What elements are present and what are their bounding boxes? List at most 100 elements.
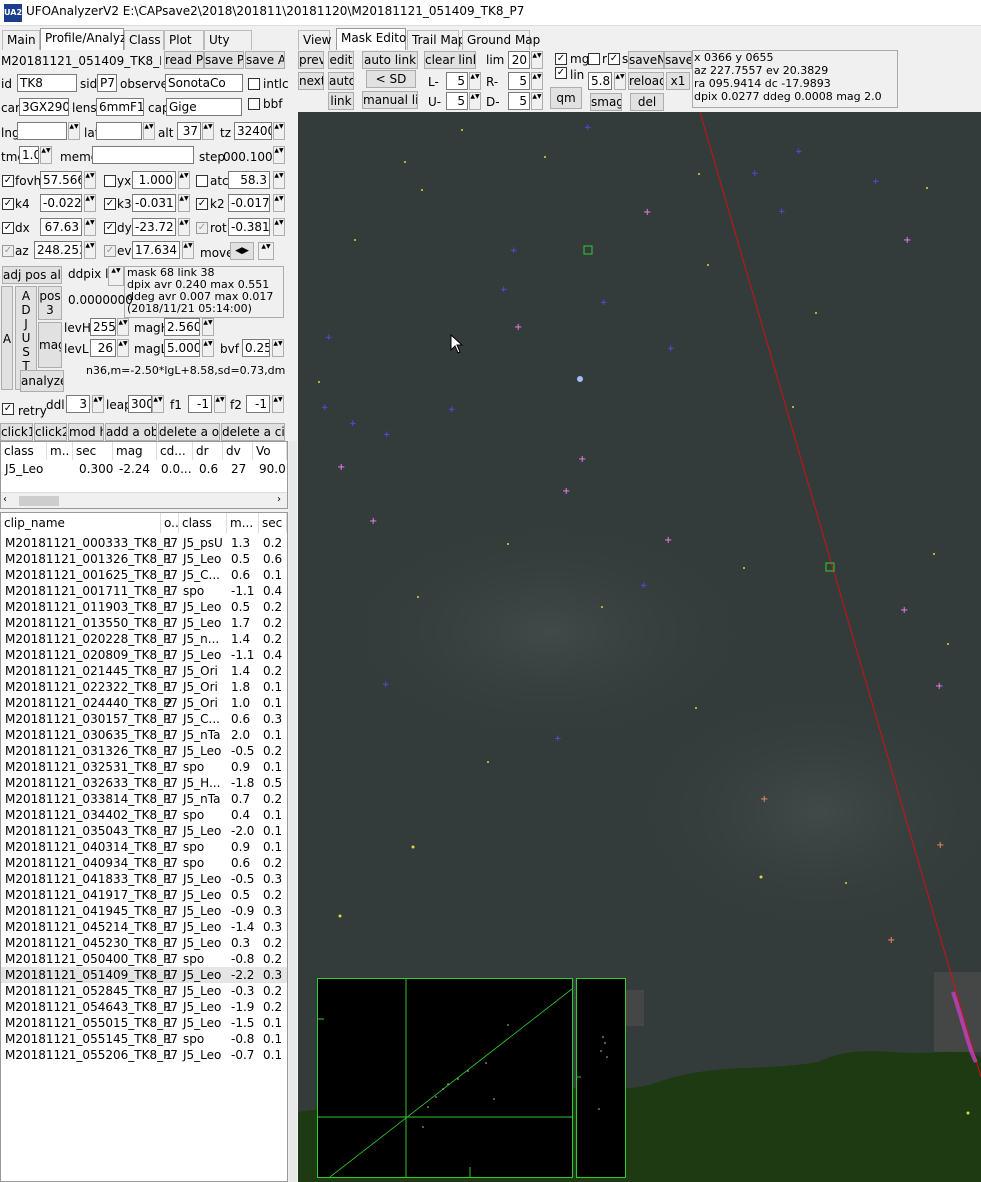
clip-table-row[interactable]: M20181121_011903_TK8_P7 1 J5_Leo 0.5 0.2 [1,599,287,615]
save-p-button[interactable]: save P [204,51,244,69]
obj-col-dr[interactable]: dr [193,442,223,460]
f2-field[interactable]: -1 [246,395,270,413]
clip-table-row[interactable]: M20181121_032531_TK8_P7 1 spo 0.9 0.1 [1,759,287,775]
u-field[interactable]: 5 [446,92,468,110]
auto-button[interactable]: auto [328,72,354,90]
auto-link-button[interactable]: auto link [362,51,418,69]
qm-button[interactable]: qm [550,87,582,109]
ddpix-spinner[interactable]: ▲▼ [108,266,124,286]
az-spinner[interactable]: ▲▼ [84,241,96,259]
move-left-right-arrows[interactable]: ◀▶ [230,242,254,260]
lng-spinner[interactable]: ▲▼ [68,122,80,140]
a-button[interactable]: A [1,286,13,390]
clip-table-row[interactable]: M20181121_020228_TK8_P7 1 J5_n... 1.4 0.2 [1,631,287,647]
k2-checkbox[interactable]: ✓ [196,198,208,210]
click1-button[interactable]: click1 [0,423,33,441]
clip-table-row[interactable]: M20181121_031326_TK8_P7 1 J5_Leo -0.5 0.2 [1,743,287,759]
clip-table-row[interactable]: M20181121_045214_TK8_P7 1 J5_Leo -1.4 0.3 [1,919,287,935]
ddl-field[interactable]: 3 [66,395,90,413]
lens-field[interactable]: 6mmF1.4 [96,98,144,116]
d-spinner[interactable]: ▲▼ [531,92,543,110]
levh-spinner[interactable]: ▲▼ [117,318,129,336]
clip-table-row[interactable]: M20181121_052845_TK8_P7 1 J5_Leo -0.3 0.2 [1,983,287,999]
magl-field[interactable]: 5.000 [164,339,200,357]
k4-field[interactable]: -0.022 [40,194,82,212]
clip-table-row[interactable]: M20181121_032633_TK8_P7 1 J5_H... -1.8 0.5 [1,775,287,791]
magh-field[interactable]: 2.560 [164,318,200,336]
clear-link-button[interactable]: clear link [424,51,476,69]
fovh-checkbox[interactable]: ✓ [2,175,14,187]
atc-field[interactable]: 58.3 [228,171,270,189]
yx-checkbox[interactable] [104,175,116,187]
rot-spinner[interactable]: ▲▼ [273,218,285,236]
tab-uty[interactable]: Uty [204,30,252,50]
atc-spinner[interactable]: ▲▼ [273,171,285,189]
tme-field[interactable]: 1.0 [19,146,39,164]
leap-field[interactable]: 300 [128,395,152,413]
k4-checkbox[interactable]: ✓ [2,198,14,210]
alt-field[interactable]: 37 [177,122,201,140]
f1-field[interactable]: -1 [188,395,212,413]
cap-field[interactable]: Gige [166,98,242,116]
add-obj-button[interactable]: add a obj [105,423,157,441]
object-table-row[interactable]: J5_Leo 0.300 -2.24 0.0... 0.6 27 90.0 [1,462,287,480]
clip-col-class[interactable]: class [179,513,227,533]
tab-ground-map[interactable]: Ground Map [462,30,540,50]
clip-table-row[interactable]: M20181121_001711_TK8_P7 1 spo -1.1 0.4 [1,583,287,599]
tz-spinner[interactable]: ▲▼ [273,122,285,140]
clip-col-name[interactable]: clip_name [1,513,161,533]
clip-table-row[interactable]: M20181121_001625_TK8_P7 1 J5_C... 0.6 0.1 [1,567,287,583]
obj-col-mag[interactable]: mag [113,442,157,460]
tab-profile-analyze[interactable]: Profile/Analyze [40,28,134,50]
clip-table-row[interactable]: M20181121_013550_TK8_P7 1 J5_Leo 1.7 0.2 [1,615,287,631]
analyze-button[interactable]: analyze [20,370,64,392]
mag-button[interactable]: mag [38,322,62,368]
levl-spinner[interactable]: ▲▼ [117,339,129,357]
atc-checkbox[interactable] [196,175,208,187]
clip-col-o[interactable]: o.. [161,513,179,533]
edit-button[interactable]: edit [328,51,354,69]
del-button[interactable]: del [630,93,664,111]
save-n-button[interactable]: saveN [628,51,664,69]
clip-table-row[interactable]: M20181121_033814_TK8_P7 1 J5_nTa 0.7 0.2 [1,791,287,807]
clip-table-row[interactable]: M20181121_001326_TK8_P7 1 J5_Leo 0.5 0.6 [1,551,287,567]
f2-spinner[interactable]: ▲▼ [272,395,284,413]
prev-button[interactable]: prev [298,51,324,69]
tab-main[interactable]: Main [2,30,40,50]
tab-class[interactable]: Class [124,30,164,50]
cam-field[interactable]: 3GX290e [19,98,69,116]
ev-spinner[interactable]: ▲▼ [182,241,194,259]
clip-table-row[interactable]: M20181121_022322_TK8_P7 1 J5_Ori 1.8 0.1 [1,679,287,695]
rot-field[interactable]: -0.381 [228,218,270,236]
sid-field[interactable]: P7 [97,74,117,92]
sky-image-view[interactable]: + + + + + + + + + + + + + + + + + + + + + + + + + + + + + + [298,112,981,1182]
clip-col-mag[interactable]: m... [227,513,259,533]
r-spinner[interactable]: ▲▼ [531,72,543,90]
lat-field[interactable] [96,122,142,140]
save-a-button[interactable]: save A [245,51,285,69]
intlc-checkbox[interactable] [248,78,260,90]
dx-spinner[interactable]: ▲▼ [84,218,96,236]
tme-spinner[interactable]: ▲▼ [40,146,52,164]
clip-table-row[interactable]: M20181121_045230_TK8_P7 1 J5_Leo 0.3 0.2 [1,935,287,951]
clip-table-row[interactable]: M20181121_050400_TK8_P7 1 spo -0.8 0.2 [1,951,287,967]
u-spinner[interactable]: ▲▼ [469,92,481,110]
splitter[interactable] [289,441,297,1182]
link-button[interactable]: link [328,92,354,110]
k4-spinner[interactable]: ▲▼ [84,194,96,212]
clip-table-row[interactable]: M20181121_054643_TK8_P7 1 J5_Leo -1.9 0.2 [1,999,287,1015]
obj-col-class[interactable]: class [1,442,47,460]
bvf-field[interactable]: 0.25 [242,339,270,357]
k3-checkbox[interactable]: ✓ [104,198,116,210]
retry-checkbox[interactable]: ✓ [2,403,14,415]
clip-table-row[interactable]: M20181121_034402_TK8_P7 1 spo 0.4 0.1 [1,807,287,823]
mg-checkbox[interactable]: ✓ [555,53,567,65]
dy-field[interactable]: -23.72 [132,218,176,236]
clip-table-row[interactable]: M20181121_041833_TK8_P7 1 J5_Leo -0.5 0.3 [1,871,287,887]
tab-trail-map[interactable]: Trail Map [407,30,466,50]
s-checkbox[interactable]: ✓ [608,53,620,65]
l-spinner[interactable]: ▲▼ [469,72,481,90]
dy-checkbox[interactable]: ✓ [104,222,116,234]
manual-link-button[interactable]: manual link [362,91,418,109]
clip-table-row[interactable]: M20181121_030157_TK8_P7 1 J5_C... 0.6 0.3 [1,711,287,727]
